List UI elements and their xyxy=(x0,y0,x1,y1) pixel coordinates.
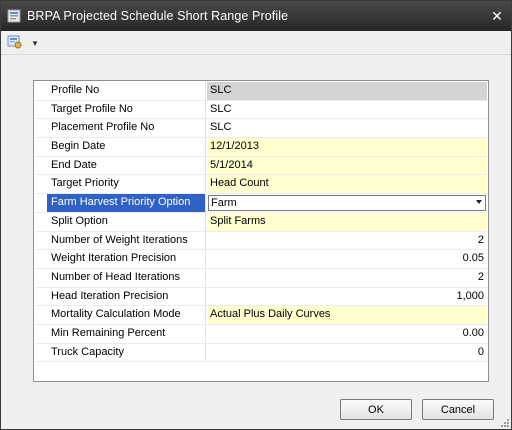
cancel-button[interactable]: Cancel xyxy=(422,399,494,420)
dropdown-arrow-icon[interactable] xyxy=(476,200,482,205)
property-label: Profile No xyxy=(47,82,206,100)
row-gutter xyxy=(35,138,47,156)
property-row[interactable]: Head Iteration Precision 1,000 xyxy=(35,287,487,307)
property-label: Placement Profile No xyxy=(47,119,206,138)
layout-menu-button[interactable]: ▼ xyxy=(7,34,39,52)
resize-grip-icon[interactable] xyxy=(499,417,509,427)
property-label: Begin Date xyxy=(47,138,206,156)
property-label: Mortality Calculation Mode xyxy=(47,306,206,324)
property-value[interactable]: 2 xyxy=(207,269,487,287)
property-label: Weight Iteration Precision xyxy=(47,250,206,268)
property-row[interactable]: Profile No SLC xyxy=(35,82,487,101)
property-label: Min Remaining Percent xyxy=(47,324,206,343)
select-value: Farm xyxy=(211,197,237,210)
row-gutter xyxy=(35,343,47,362)
property-row[interactable]: Target Priority Head Count xyxy=(35,175,487,195)
property-label: Split Option xyxy=(47,212,206,231)
property-value[interactable]: 0 xyxy=(207,344,487,362)
row-gutter xyxy=(35,212,47,231)
close-icon[interactable]: ✕ xyxy=(489,8,505,24)
property-value-dropdown[interactable]: Farm xyxy=(207,194,487,212)
property-row[interactable]: Min Remaining Percent 0.00 xyxy=(35,324,487,344)
property-grid-panel: Profile No SLC Target Profile No SLC Placeme… xyxy=(33,80,489,382)
app-icon xyxy=(7,9,21,23)
property-label: End Date xyxy=(47,156,206,175)
property-value[interactable]: Actual Plus Daily Curves xyxy=(207,306,487,324)
ok-button[interactable]: OK xyxy=(340,399,412,420)
property-row[interactable]: Truck Capacity 0 xyxy=(35,343,487,363)
title-bar[interactable]: BRPA Projected Schedule Short Range Prof… xyxy=(1,1,511,31)
property-row[interactable]: Split Option Split Farms xyxy=(35,212,487,232)
layout-icon xyxy=(7,35,22,49)
row-gutter xyxy=(35,119,47,138)
chevron-down-icon: ▼ xyxy=(31,39,39,48)
row-gutter xyxy=(35,287,47,306)
property-row[interactable]: Farm Harvest Priority Option Farm xyxy=(35,194,487,213)
property-value[interactable]: 0.05 xyxy=(207,250,487,268)
property-value[interactable]: 5/1/2014 xyxy=(207,156,487,175)
property-value[interactable]: SLC xyxy=(207,82,487,100)
property-row[interactable]: Number of Head Iterations 2 xyxy=(35,268,487,288)
property-row[interactable]: Placement Profile No SLC xyxy=(35,119,487,139)
row-gutter xyxy=(35,194,47,212)
property-row[interactable]: Mortality Calculation Mode Actual Plus Da… xyxy=(35,306,487,325)
row-gutter xyxy=(35,175,47,194)
property-row[interactable]: Begin Date 12/1/2013 xyxy=(35,138,487,157)
property-value[interactable]: SLC xyxy=(207,119,487,137)
row-gutter xyxy=(35,268,47,287)
row-gutter xyxy=(35,231,47,250)
property-label: Truck Capacity xyxy=(47,343,206,362)
property-value[interactable]: 2 xyxy=(207,232,487,250)
property-row[interactable]: Number of Weight Iterations 2 xyxy=(35,231,487,251)
property-label: Number of Head Iterations xyxy=(47,268,206,287)
row-gutter xyxy=(35,250,47,268)
property-value[interactable]: 1,000 xyxy=(207,288,487,306)
property-row[interactable]: Weight Iteration Precision 0.05 xyxy=(35,250,487,269)
property-value[interactable]: 0.00 xyxy=(207,325,487,343)
property-grid: Profile No SLC Target Profile No SLC Placeme… xyxy=(35,82,487,363)
toolbar: ▼ xyxy=(1,31,511,55)
row-gutter xyxy=(35,324,47,343)
dialog-window: BRPA Projected Schedule Short Range Prof… xyxy=(0,0,512,430)
property-row[interactable]: Target Profile No SLC xyxy=(35,100,487,120)
property-label: Target Profile No xyxy=(47,100,206,119)
property-value[interactable]: SLC xyxy=(207,101,487,119)
row-gutter xyxy=(35,82,47,100)
row-gutter xyxy=(35,306,47,324)
property-row[interactable]: End Date 5/1/2014 xyxy=(35,156,487,176)
property-value[interactable]: Head Count xyxy=(207,175,487,194)
row-gutter xyxy=(35,156,47,175)
property-label: Number of Weight Iterations xyxy=(47,231,206,250)
property-label: Farm Harvest Priority Option xyxy=(47,194,206,212)
window-title: BRPA Projected Schedule Short Range Prof… xyxy=(27,9,289,23)
property-label: Target Priority xyxy=(47,175,206,194)
row-gutter xyxy=(35,100,47,119)
property-label: Head Iteration Precision xyxy=(47,287,206,306)
property-value[interactable]: 12/1/2013 xyxy=(207,138,487,156)
property-value[interactable]: Split Farms xyxy=(207,212,487,231)
farm-harvest-priority-select[interactable]: Farm xyxy=(208,195,486,211)
